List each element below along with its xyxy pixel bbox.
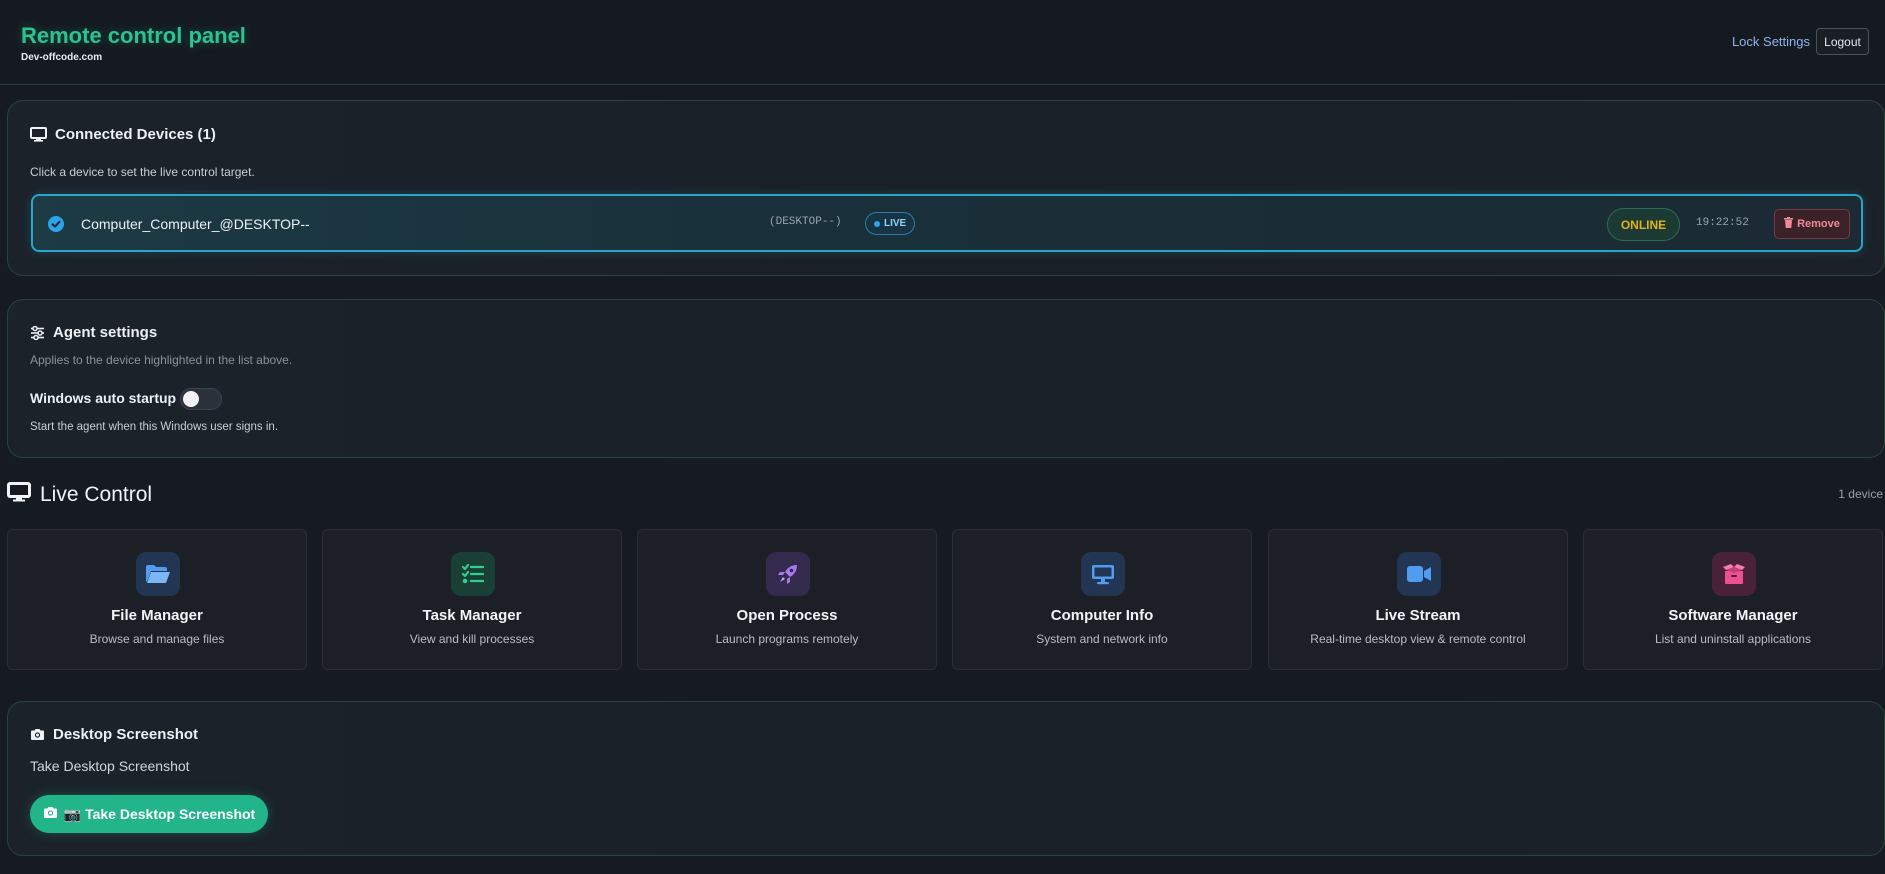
logout-button[interactable]: Logout	[1816, 28, 1869, 55]
file-manager-card[interactable]: File Manager Browse and manage files	[7, 529, 307, 670]
status-badge: ONLINE	[1607, 208, 1680, 241]
task-manager-card[interactable]: Task Manager View and kill processes	[322, 529, 622, 670]
card-title: Computer Info	[1050, 607, 1154, 624]
trash-icon	[1784, 217, 1794, 231]
connected-devices-panel: Connected Devices (1) Click a device to …	[7, 100, 1885, 276]
live-stream-card[interactable]: Live Stream Real-time desktop view & rem…	[1268, 529, 1568, 670]
agent-settings-panel: Agent settings Applies to the device hig…	[7, 299, 1885, 458]
card-title: Open Process	[736, 607, 838, 624]
card-desc: Browse and manage files	[89, 632, 225, 646]
auto-startup-desc: Start the agent when this Windows user s…	[30, 421, 279, 433]
card-title: Software Manager	[1668, 607, 1798, 624]
monitor-icon	[1081, 552, 1125, 596]
sliders-icon	[30, 325, 45, 340]
remove-button-label: Remove	[1797, 218, 1840, 230]
toggle-knob	[183, 391, 199, 407]
app-title: Remote control panel	[21, 23, 246, 48]
card-title: File Manager	[111, 607, 203, 624]
card-title: Task Manager	[422, 607, 522, 624]
live-control-title: Live Control	[40, 483, 153, 506]
devices-hint: Click a device to set the live control t…	[30, 165, 255, 179]
take-screenshot-label: 📷 Take Desktop Screenshot	[63, 805, 256, 822]
live-dot-icon	[874, 220, 880, 227]
live-control-heading: Live Control	[7, 482, 152, 508]
card-desc: List and uninstall applications	[1654, 632, 1812, 646]
desktop-screenshot-title: Desktop Screenshot	[53, 726, 199, 743]
desktop-screenshot-subtitle: Take Desktop Screenshot	[30, 758, 190, 774]
remove-device-button[interactable]: Remove	[1774, 209, 1850, 239]
app-header: Remote control panel Dev-offcode.com Loc…	[0, 0, 1885, 85]
camera-icon	[43, 806, 58, 822]
card-title: Live Stream	[1375, 607, 1461, 624]
device-name: Computer_Computer_@DESKTOP--	[81, 216, 310, 232]
device-row[interactable]: Computer_Computer_@DESKTOP-- (DESKTOP--)…	[31, 194, 1863, 252]
folder-icon	[136, 552, 180, 596]
card-desc: View and kill processes	[409, 632, 535, 646]
device-host: (DESKTOP--)	[769, 216, 842, 228]
device-last-seen: 19:22:52	[1696, 217, 1749, 229]
computer-info-card[interactable]: Computer Info System and network info	[952, 529, 1252, 670]
monitor-icon	[7, 482, 31, 508]
card-desc: Real-time desktop view & remote control	[1310, 632, 1526, 646]
agent-settings-hint: Applies to the device highlighted in the…	[30, 353, 293, 367]
open-process-card[interactable]: Open Process Launch programs remotely	[637, 529, 937, 670]
connected-devices-heading: Connected Devices (1)	[30, 126, 216, 143]
monitor-icon	[30, 127, 47, 142]
video-icon	[1397, 552, 1441, 596]
take-screenshot-button[interactable]: 📷 Take Desktop Screenshot	[30, 795, 268, 833]
app-subtitle: Dev-offcode.com	[21, 52, 103, 63]
check-circle-icon	[48, 216, 64, 237]
desktop-screenshot-panel: Desktop Screenshot Take Desktop Screensh…	[7, 701, 1885, 856]
device-count: 1 device	[1838, 487, 1883, 501]
card-desc: System and network info	[1036, 632, 1168, 646]
task-list-icon	[451, 552, 495, 596]
card-desc: Launch programs remotely	[715, 632, 859, 646]
rocket-icon	[766, 552, 810, 596]
box-icon	[1712, 552, 1756, 596]
live-badge-label: LIVE	[884, 218, 907, 229]
agent-settings-heading: Agent settings	[30, 324, 157, 341]
auto-startup-toggle[interactable]	[180, 388, 222, 410]
connected-devices-title: Connected Devices (1)	[55, 126, 216, 143]
lock-settings-link[interactable]: Lock Settings	[1732, 34, 1810, 49]
live-badge: LIVE	[865, 212, 916, 235]
agent-settings-title: Agent settings	[53, 324, 158, 341]
camera-icon	[30, 728, 45, 741]
desktop-screenshot-heading: Desktop Screenshot	[30, 726, 198, 743]
software-manager-card[interactable]: Software Manager List and uninstall appl…	[1583, 529, 1883, 670]
auto-startup-label: Windows auto startup	[30, 390, 177, 406]
